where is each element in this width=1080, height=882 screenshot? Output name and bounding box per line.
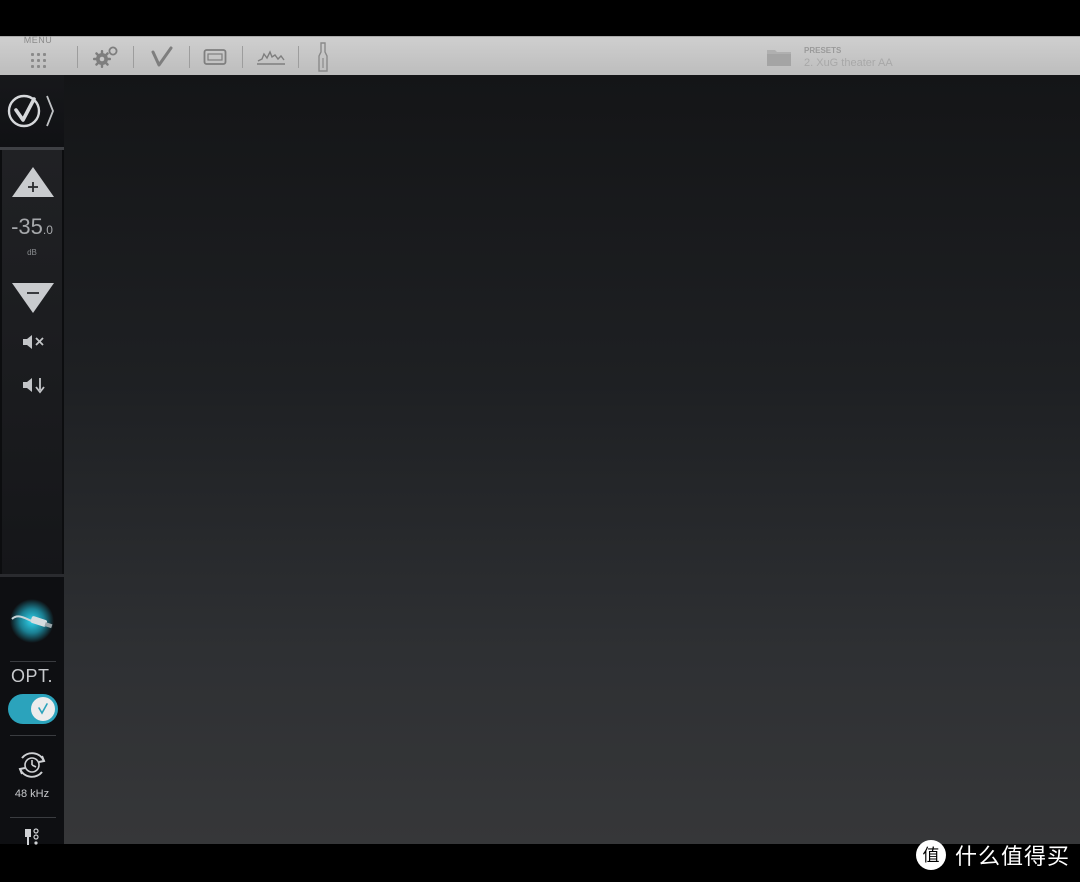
volume-unit: dB [27,248,37,257]
volume-value: -35 [11,214,43,239]
logo-button[interactable] [0,75,64,147]
volume-readout: -35.0 [2,214,62,240]
sidebar-divider [10,661,56,662]
calibration-button[interactable] [140,37,184,76]
zhi-badge-icon: 值 [915,840,946,870]
volume-up-button[interactable] [11,166,55,198]
app-frame: MENU PRESETS 2. XuG theater AA -35.0 dB … [0,0,1080,882]
preset-selector[interactable]: PRESETS 2. XuG theater AA [766,41,893,73]
volume-preset-icon[interactable] [21,375,47,395]
presets-label: PRESETS [804,46,842,55]
settings-gears-icon [93,46,118,68]
eq-graph-icon [257,49,285,65]
tv-screen-icon [203,48,227,65]
toolbar-divider [133,46,134,68]
display-button[interactable] [194,37,236,76]
checkmark-icon [38,703,48,715]
sidebar-divider [10,817,56,818]
input-panel: OPT. 48 kHz [0,574,64,845]
settings-button[interactable] [84,37,128,76]
menu-grid-icon [30,53,46,68]
dirac-logo-icon [7,94,54,128]
filter-plug-icon[interactable] [22,825,42,849]
input-label: OPT. [10,666,53,686]
folder-icon [767,50,791,66]
menu-button[interactable]: MENU [4,35,72,76]
preset-name: 2. XuG theater AA [804,57,893,69]
left-sidebar: -35.0 dB OPT. 48 kHz [0,75,64,845]
microphone-icon [318,41,328,72]
watermark-text: 什么值得买 [954,845,1070,870]
sidebar-divider [10,735,56,736]
optical-cable-icon[interactable] [8,597,56,645]
volume-panel: -35.0 dB [2,150,62,574]
microphone-button[interactable] [306,37,340,76]
toolbar-divider [298,46,299,68]
input-toggle[interactable] [8,694,58,724]
mute-icon[interactable] [21,332,47,352]
clock-sync-icon [18,752,46,778]
toolbar-divider [77,46,78,68]
watermark: 值 什么值得买 [915,838,1070,872]
volume-decimal: .0 [42,223,53,237]
volume-down-button[interactable] [11,282,55,314]
toolbar-divider [189,46,190,68]
top-toolbar: MENU PRESETS 2. XuG theater AA [0,35,1080,76]
preset-info: PRESETS 2. XuG theater AA [804,45,893,69]
toolbar-divider [242,46,243,68]
menu-label: MENU [23,35,53,45]
checkmark-icon [151,46,173,66]
eq-button[interactable] [248,37,294,76]
toggle-knob [31,697,55,721]
sample-rate-label: 48 kHz [14,788,50,800]
main-content-area [64,75,1080,844]
svg-text:值: 值 [922,846,939,866]
